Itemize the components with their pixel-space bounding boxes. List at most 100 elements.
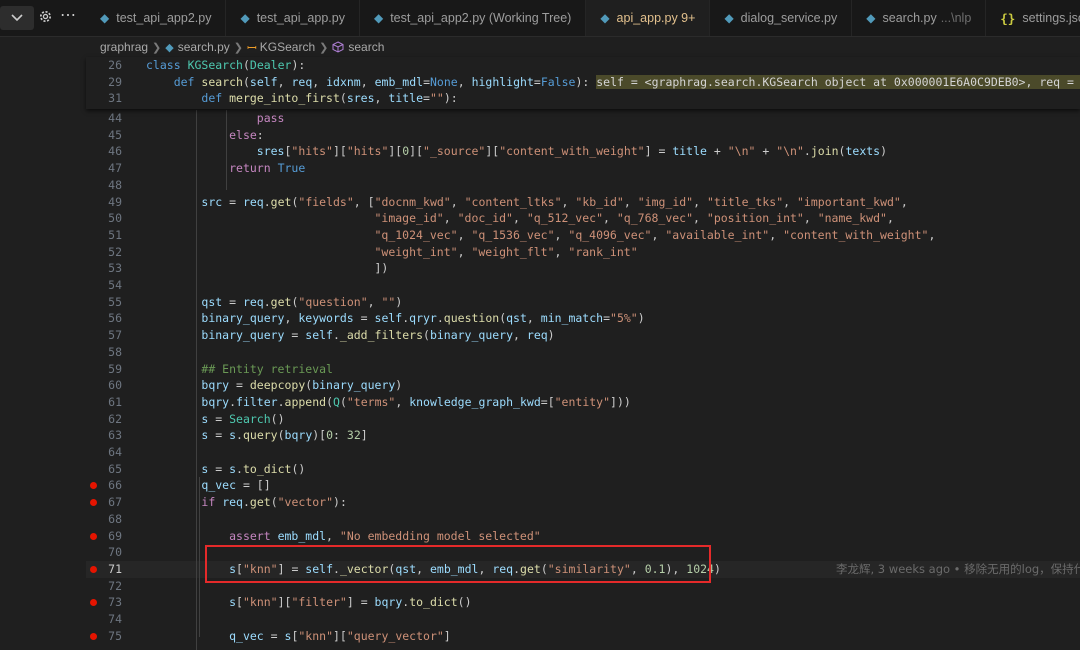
- line-number[interactable]: 59: [86, 361, 122, 378]
- method-icon: [332, 41, 344, 53]
- code-line[interactable]: 59 ## Entity retrieval: [86, 361, 1080, 378]
- line-number[interactable]: 29: [86, 74, 122, 91]
- line-number[interactable]: 49: [86, 194, 122, 211]
- line-number[interactable]: 51: [86, 227, 122, 244]
- breadcrumb-class[interactable]: KGSearch: [260, 40, 315, 54]
- tab-3[interactable]: ◆ api_app.py 9+: [586, 0, 711, 36]
- line-number[interactable]: 45: [86, 127, 122, 144]
- code-text: "q_1024_vec", "q_1536_vec", "q_4096_vec"…: [374, 227, 936, 242]
- code-line[interactable]: 73 s["knn"]["filter"] = bqry.to_dict(): [86, 594, 1080, 611]
- code-line[interactable]: 54: [86, 277, 1080, 294]
- tab-2[interactable]: ◆ test_api_app2.py (Working Tree): [360, 0, 587, 36]
- code-line[interactable]: 65 s = s.to_dict(): [86, 461, 1080, 478]
- code-text: q_vec = []: [201, 478, 271, 493]
- code-line[interactable]: 47 return True: [86, 160, 1080, 177]
- breadcrumb-folder[interactable]: graphrag: [100, 40, 148, 54]
- line-number[interactable]: 64: [86, 444, 122, 461]
- tab-1[interactable]: ◆ test_api_app.py: [226, 0, 360, 36]
- line-number[interactable]: 62: [86, 411, 122, 428]
- line-number[interactable]: 52: [86, 244, 122, 261]
- code-line[interactable]: 68: [86, 511, 1080, 528]
- line-number[interactable]: 50: [86, 210, 122, 227]
- breakpoint-icon[interactable]: [90, 632, 97, 640]
- code-line[interactable]: 51 "q_1024_vec", "q_1536_vec", "q_4096_v…: [86, 227, 1080, 244]
- code-text: def search(self, req, idxnm, emb_mdl=Non…: [146, 74, 1080, 91]
- code-line[interactable]: 66 q_vec = []: [86, 477, 1080, 494]
- code-line[interactable]: 48: [86, 177, 1080, 194]
- line-number[interactable]: 57: [86, 327, 122, 344]
- line-number[interactable]: 53: [86, 260, 122, 277]
- dropdown-button[interactable]: [0, 6, 34, 30]
- breadcrumb-file[interactable]: search.py: [178, 40, 230, 54]
- code-line[interactable]: 58: [86, 344, 1080, 361]
- line-number[interactable]: 47: [86, 160, 122, 177]
- tab-label: settings.json: [1022, 11, 1080, 25]
- code-line[interactable]: 64: [86, 444, 1080, 461]
- code-line[interactable]: 49 src = req.get("fields", ["docnm_kwd",…: [86, 194, 1080, 211]
- code-line[interactable]: 75 q_vec = s["knn"]["query_vector"]: [86, 628, 1080, 645]
- line-number[interactable]: 63: [86, 427, 122, 444]
- sticky-line[interactable]: 26 class KGSearch(Dealer):: [86, 57, 1080, 74]
- line-number[interactable]: 61: [86, 394, 122, 411]
- line-number[interactable]: 54: [86, 277, 122, 294]
- sticky-scroll-header[interactable]: 26 class KGSearch(Dealer): 29 def search(s…: [86, 57, 1080, 109]
- sticky-line[interactable]: 31 def merge_into_first(sres, title=""):: [86, 90, 1080, 107]
- code-line[interactable]: 53 ]): [86, 260, 1080, 277]
- line-number[interactable]: 58: [86, 344, 122, 361]
- line-number[interactable]: 31: [86, 90, 122, 107]
- line-number[interactable]: 26: [86, 57, 122, 74]
- python-file-icon: ◆: [866, 11, 876, 25]
- code-line[interactable]: 55 qst = req.get("question", ""): [86, 294, 1080, 311]
- code-text: ## Entity retrieval: [201, 361, 333, 376]
- line-number[interactable]: 46: [86, 143, 122, 160]
- code-line[interactable]: 74: [86, 611, 1080, 628]
- code-line[interactable]: 57 binary_query = self._add_filters(bina…: [86, 327, 1080, 344]
- chevron-down-icon: [11, 14, 23, 22]
- tab-0[interactable]: ◆ test_api_app2.py: [86, 0, 227, 36]
- code-line[interactable]: 46 sres["hits"]["hits"][0]["_source"]["c…: [86, 143, 1080, 160]
- code-line[interactable]: 44 pass: [86, 110, 1080, 127]
- more-actions-icon[interactable]: ⋯: [60, 5, 77, 25]
- breakpoint-icon[interactable]: [90, 565, 97, 573]
- tab-description: ...\nlp: [940, 11, 972, 25]
- code-line[interactable]: 52 "weight_int", "weight_flt", "rank_int…: [86, 244, 1080, 261]
- code-line[interactable]: 69 assert emb_mdl, "No embedding model s…: [86, 528, 1080, 545]
- line-number[interactable]: 74: [86, 611, 122, 628]
- code-line[interactable]: 67 if req.get("vector"):: [86, 494, 1080, 511]
- tab-label: test_api_app2.py: [116, 11, 212, 25]
- line-number[interactable]: 70: [86, 544, 122, 561]
- line-number[interactable]: 55: [86, 294, 122, 311]
- sticky-line[interactable]: 29 def search(self, req, idxnm, emb_mdl=…: [86, 74, 1080, 91]
- tab-label: test_api_app.py: [256, 11, 345, 25]
- code-line[interactable]: 63 s = s.query(bqry)[0: 32]: [86, 427, 1080, 444]
- breadcrumb-method[interactable]: search: [348, 40, 384, 54]
- code-line[interactable]: 61 bqry.filter.append(Q("terms", knowled…: [86, 394, 1080, 411]
- code-text: "image_id", "doc_id", "q_512_vec", "q_76…: [374, 211, 894, 226]
- line-number[interactable]: 68: [86, 511, 122, 528]
- line-number[interactable]: 44: [86, 110, 122, 127]
- code-line[interactable]: 45 else:: [86, 127, 1080, 144]
- title-bar: ⋯ ◆ test_api_app2.py ◆ test_api_app.py ◆ test…: [0, 0, 1080, 37]
- code-text: binary_query = self._add_filters(binary_…: [201, 328, 555, 343]
- line-number[interactable]: 60: [86, 377, 122, 394]
- code-line[interactable]: 56 binary_query, keywords = self.qryr.qu…: [86, 310, 1080, 327]
- code-text: "weight_int", "weight_flt", "rank_int": [374, 244, 638, 259]
- code-line[interactable]: 60 bqry = deepcopy(binary_query): [86, 377, 1080, 394]
- gear-icon[interactable]: [38, 9, 53, 24]
- breakpoint-icon[interactable]: [90, 532, 97, 540]
- tab-5[interactable]: ◆ search.py ...\nlp: [852, 0, 987, 36]
- git-blame-annotation[interactable]: 李龙辉, 3 weeks ago • 移除无用的log，保持代码清晰: [836, 561, 1080, 578]
- panel-controls: ⋯: [0, 0, 86, 36]
- line-number[interactable]: 56: [86, 310, 122, 327]
- python-file-icon: ◆: [724, 11, 734, 25]
- tab-label: dialog_service.py: [740, 11, 838, 25]
- code-line[interactable]: 50 "image_id", "doc_id", "q_512_vec", "q…: [86, 210, 1080, 227]
- tab-6[interactable]: {} settings.json: [986, 0, 1080, 36]
- code-text: s = s.to_dict(): [201, 461, 306, 476]
- line-number[interactable]: 72: [86, 578, 122, 595]
- tab-4[interactable]: ◆ dialog_service.py: [710, 0, 853, 36]
- code-line[interactable]: 62 s = Search(): [86, 411, 1080, 428]
- line-number[interactable]: 65: [86, 461, 122, 478]
- line-number[interactable]: 48: [86, 177, 122, 194]
- tab-label: api_app.py 9+: [616, 11, 696, 25]
